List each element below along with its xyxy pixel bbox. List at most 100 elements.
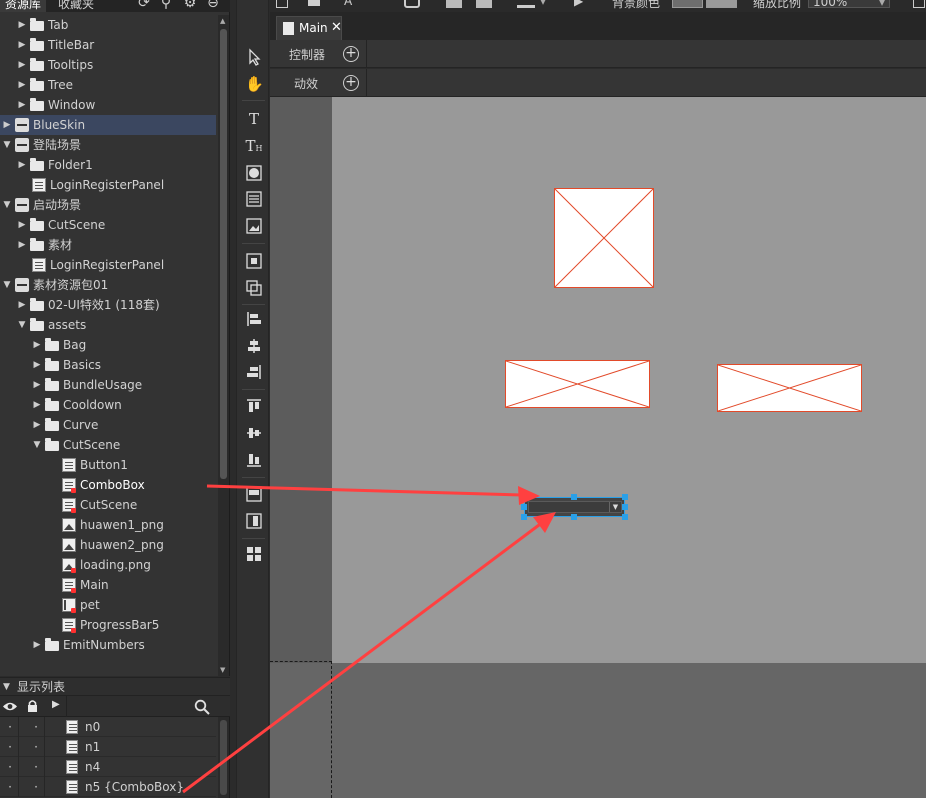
tree-item[interactable]: ▶ Tree (0, 75, 216, 95)
rich-text-icon[interactable]: TH (245, 137, 263, 155)
tree-item[interactable]: ▶ Cooldown (0, 395, 216, 415)
lock-toggle[interactable]: · (32, 757, 40, 777)
search-icon[interactable]: ⚲ (158, 0, 174, 11)
lock-toggle[interactable]: · (32, 777, 40, 797)
resize-handle[interactable] (622, 514, 628, 520)
tree-item[interactable]: ▼ 素材资源包01 (0, 275, 216, 295)
align-middle-icon[interactable] (245, 424, 263, 442)
expand-arrow-right-icon[interactable]: ▶ (32, 635, 42, 655)
dropdown-arrow-icon[interactable]: ▾ (540, 0, 546, 8)
expand-arrow-right-icon[interactable]: ▶ (17, 235, 27, 255)
display-list-item[interactable]: · · n5 {ComboBox} (0, 777, 216, 797)
chevron-down-icon[interactable]: ▼ (609, 502, 621, 512)
resize-handle[interactable] (571, 514, 577, 520)
tree-item[interactable]: ▶ BlueSkin (0, 115, 216, 135)
image-placeholder-n1[interactable] (505, 360, 650, 408)
list-icon[interactable] (245, 190, 263, 208)
display-list-header[interactable]: ▼ 显示列表 (0, 677, 230, 696)
visibility-toggle[interactable]: · (6, 757, 14, 777)
scroll-down-icon[interactable]: ▼ (220, 666, 225, 674)
tab-main[interactable]: Main ✕ (276, 16, 342, 40)
tree-item[interactable]: ▶ CutScene (0, 215, 216, 235)
tree-item[interactable]: ▶ BundleUsage (0, 375, 216, 395)
expand-arrow-right-icon[interactable]: ▶ (2, 115, 12, 135)
eye-icon[interactable] (2, 701, 18, 712)
display-list-item[interactable]: · · n4 (0, 757, 216, 777)
tree-item[interactable]: ▶ Basics (0, 355, 216, 375)
tree-item[interactable]: ▶ TitleBar (0, 35, 216, 55)
text-tool-icon[interactable]: A (344, 0, 352, 8)
tree-item[interactable]: ▶ 02-UI特效1 (118套) (0, 295, 216, 315)
tree-item[interactable]: ▼ 启动场景 (0, 195, 216, 215)
tree-item[interactable]: ▼ 登陆场景 (0, 135, 216, 155)
tree-item[interactable]: Button1 (0, 455, 216, 475)
expand-arrow-down-icon[interactable]: ▼ (2, 275, 12, 295)
resize-handle[interactable] (521, 514, 527, 520)
resize-handle[interactable] (622, 504, 628, 510)
tree-item[interactable]: Main (0, 575, 216, 595)
scroll-thumb[interactable] (220, 29, 227, 479)
same-width-icon[interactable] (245, 485, 263, 503)
tree-item[interactable]: ▶ Folder1 (0, 155, 216, 175)
grid-layout-icon[interactable] (245, 545, 263, 563)
tree-item[interactable]: ▶ EmitNumbers (0, 635, 216, 655)
play-arrow-icon[interactable]: ▶ (52, 699, 60, 710)
expand-arrow-right-icon[interactable]: ▶ (17, 75, 27, 95)
hand-icon[interactable]: ✋ (245, 75, 264, 93)
expand-arrow-down-icon[interactable]: ▼ (17, 315, 27, 335)
new-icon[interactable] (276, 0, 288, 8)
save-icon[interactable] (308, 0, 320, 6)
resize-handle[interactable] (521, 494, 527, 500)
tree-item[interactable]: ▼ assets (0, 315, 216, 335)
tree-scrollbar[interactable]: ▲ ▼ (218, 15, 229, 676)
group-icon[interactable] (245, 252, 263, 270)
scroll-up-icon[interactable]: ▲ (220, 17, 225, 25)
expand-arrow-right-icon[interactable]: ▶ (32, 375, 42, 395)
align-bottom-icon[interactable] (245, 451, 263, 469)
gear-icon[interactable]: ⚙ (182, 0, 198, 11)
align-top-icon[interactable] (245, 397, 263, 415)
tree-item[interactable]: ▶ Tooltips (0, 55, 216, 75)
zoom-select[interactable]: 100% ▾ (808, 0, 890, 9)
tab-resource-library[interactable]: 资源库 (0, 0, 47, 12)
expand-arrow-right-icon[interactable]: ▶ (17, 55, 27, 75)
expand-arrow-right-icon[interactable]: ▶ (32, 415, 42, 435)
display-list-scrollbar[interactable] (218, 717, 229, 798)
combobox-field[interactable]: ▼ (528, 501, 622, 513)
close-icon[interactable]: ✕ (331, 20, 342, 35)
expand-arrow-down-icon[interactable]: ▼ (32, 435, 42, 455)
expand-arrow-right-icon[interactable]: ▶ (17, 95, 27, 115)
tree-item[interactable]: ProgressBar5 (0, 615, 216, 635)
loader-icon[interactable] (245, 217, 263, 235)
expand-arrow-right-icon[interactable]: ▶ (17, 215, 27, 235)
collapse-icon[interactable]: ⊖ (205, 0, 221, 11)
play-icon[interactable]: ▶ (574, 0, 583, 8)
visibility-toggle[interactable]: · (6, 777, 14, 797)
search-icon[interactable] (194, 699, 210, 715)
expand-arrow-right-icon[interactable]: ▶ (17, 155, 27, 175)
tree-item[interactable]: LoginRegisterPanel (0, 255, 216, 275)
align-right-icon[interactable] (245, 363, 263, 381)
align-left-icon[interactable] (245, 310, 263, 328)
image-placeholder-n0[interactable] (554, 188, 654, 288)
add-transition-icon[interactable]: + (343, 75, 359, 91)
bg-color-swatch-1[interactable] (672, 0, 703, 8)
image-placeholder-n4[interactable] (717, 364, 862, 412)
preview-icon[interactable] (404, 0, 420, 8)
text-icon[interactable]: T (245, 110, 263, 128)
tree-item[interactable]: ▶ Tab (0, 15, 216, 35)
expand-arrow-down-icon[interactable]: ▼ (2, 135, 12, 155)
tree-item[interactable]: ▶ Curve (0, 415, 216, 435)
expand-arrow-right-icon[interactable]: ▶ (32, 395, 42, 415)
align-center-icon[interactable] (245, 337, 263, 355)
component-group-icon[interactable] (245, 279, 263, 297)
display-list-item[interactable]: · · n0 (0, 717, 216, 737)
refresh-icon[interactable]: ⟳ (136, 0, 152, 11)
lock-toggle[interactable]: · (32, 737, 40, 757)
display-list-item[interactable]: · · n1 (0, 737, 216, 757)
visibility-toggle[interactable]: · (6, 737, 14, 757)
add-controller-icon[interactable]: + (343, 46, 359, 62)
resize-handle[interactable] (521, 504, 527, 510)
tree-item[interactable]: loading.png (0, 555, 216, 575)
tab-favorites[interactable]: 收藏夹 (53, 0, 99, 12)
